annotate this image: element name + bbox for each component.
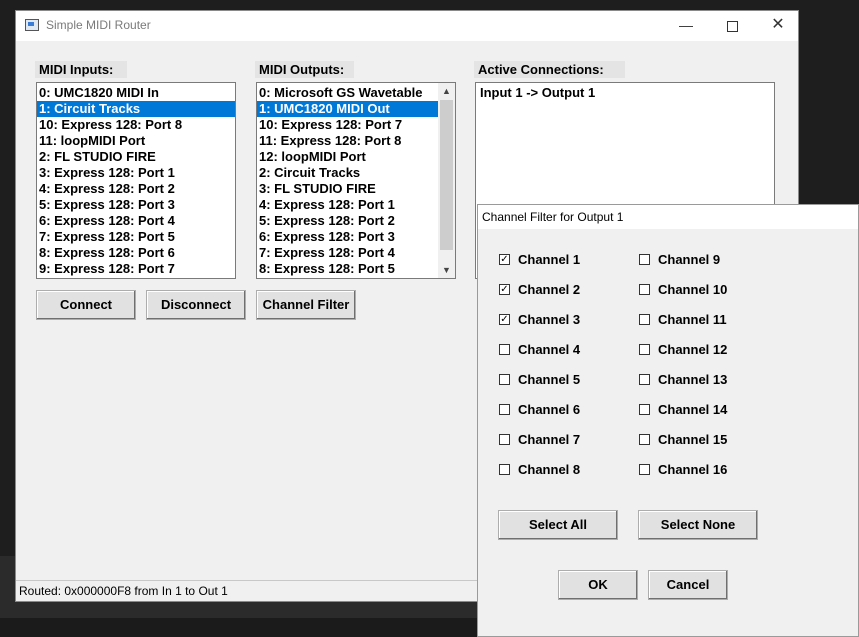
- checkbox-box[interactable]: [499, 344, 510, 355]
- checkbox-box[interactable]: [639, 464, 650, 475]
- channel-filter-dialog: Channel Filter for Output 1 ✓ Channel 1 ✓ C…: [477, 204, 859, 637]
- checkbox-box[interactable]: [499, 434, 510, 445]
- checkbox-box[interactable]: [639, 404, 650, 415]
- midi-inputs-label: MIDI Inputs:: [35, 61, 127, 78]
- connect-button[interactable]: Connect: [36, 290, 136, 320]
- channel-label: Channel 4: [518, 342, 581, 357]
- channel-filter-button[interactable]: Channel Filter: [256, 290, 356, 320]
- list-item[interactable]: 2: Circuit Tracks: [257, 165, 455, 181]
- checkbox-box[interactable]: [639, 254, 650, 265]
- list-item[interactable]: 4: Express 128: Port 1: [257, 197, 455, 213]
- ok-button[interactable]: OK: [558, 570, 638, 600]
- chevron-up-icon[interactable]: ▲: [438, 83, 455, 99]
- checkbox-box[interactable]: [639, 284, 650, 295]
- close-button[interactable]: ✕: [755, 11, 801, 41]
- midi-inputs-listbox[interactable]: 0: UMC1820 MIDI In 1: Circuit Tracks 10: E…: [36, 82, 236, 279]
- window-title: Simple MIDI Router: [46, 18, 151, 32]
- checkbox-box[interactable]: [639, 314, 650, 325]
- list-item[interactable]: 7: Express 128: Port 5: [37, 229, 235, 245]
- channel-label: Channel 1: [518, 252, 581, 267]
- channel-label: Channel 16: [658, 462, 728, 477]
- checkbox-box[interactable]: [499, 404, 510, 415]
- list-item[interactable]: 1: Circuit Tracks: [37, 101, 235, 117]
- channel-label: Channel 10: [658, 282, 728, 297]
- list-item[interactable]: 5: Express 128: Port 2: [257, 213, 455, 229]
- channel-label: Channel 6: [518, 402, 581, 417]
- dialog-title[interactable]: Channel Filter for Output 1: [478, 205, 858, 229]
- list-item[interactable]: 5: Express 128: Port 3: [37, 197, 235, 213]
- list-item[interactable]: 7: Express 128: Port 4: [257, 245, 455, 261]
- midi-outputs-label: MIDI Outputs:: [255, 61, 354, 78]
- list-item[interactable]: 10: Express 128: Port 8: [37, 117, 235, 133]
- channel-label: Channel 15: [658, 432, 728, 447]
- list-item[interactable]: 8: Express 128: Port 6: [37, 245, 235, 261]
- list-item[interactable]: 0: UMC1820 MIDI In: [37, 85, 235, 101]
- checkmark-icon[interactable]: ✓: [499, 254, 510, 265]
- list-item[interactable]: 6: Express 128: Port 3: [257, 229, 455, 245]
- list-item[interactable]: 11: Express 128: Port 8: [257, 133, 455, 149]
- channel-label: Channel 9: [658, 252, 721, 267]
- checkbox-box[interactable]: [499, 374, 510, 385]
- list-item[interactable]: 2: FL STUDIO FIRE: [37, 149, 235, 165]
- midi-outputs-listbox[interactable]: 0: Microsoft GS Wavetable 1: UMC1820 MIDI…: [256, 82, 456, 279]
- channel-label: Channel 14: [658, 402, 728, 417]
- list-item[interactable]: 3: FL STUDIO FIRE: [257, 181, 455, 197]
- list-item[interactable]: 3: Express 128: Port 1: [37, 165, 235, 181]
- channel-label: Channel 3: [518, 312, 581, 327]
- checkbox-box[interactable]: [639, 344, 650, 355]
- checkmark-icon[interactable]: ✓: [499, 284, 510, 295]
- scrollbar-thumb[interactable]: [440, 100, 453, 250]
- list-item[interactable]: 4: Express 128: Port 2: [37, 181, 235, 197]
- list-item[interactable]: 10: Express 128: Port 7: [257, 117, 455, 133]
- chevron-down-icon[interactable]: ▼: [438, 262, 455, 278]
- cancel-button[interactable]: Cancel: [648, 570, 728, 600]
- list-item[interactable]: 0: Microsoft GS Wavetable: [257, 85, 455, 101]
- maximize-icon: [726, 20, 738, 32]
- list-item[interactable]: Input 1 -> Output 1: [478, 85, 774, 101]
- disconnect-button[interactable]: Disconnect: [146, 290, 246, 320]
- list-item[interactable]: 12: loopMIDI Port: [257, 149, 455, 165]
- channel-label: Channel 8: [518, 462, 581, 477]
- outputs-scrollbar[interactable]: ▲ ▼: [438, 83, 455, 278]
- title-bar[interactable]: Simple MIDI Router — ✕: [16, 11, 798, 41]
- select-none-button[interactable]: Select None: [638, 510, 758, 540]
- channel-label: Channel 11: [658, 312, 727, 327]
- checkbox-box[interactable]: [499, 464, 510, 475]
- list-item[interactable]: 6: Express 128: Port 4: [37, 213, 235, 229]
- maximize-button[interactable]: [709, 11, 755, 41]
- list-item[interactable]: 9: Express 128: Port 7: [37, 261, 235, 277]
- list-item[interactable]: 8: Express 128: Port 5: [257, 261, 455, 277]
- channel-label: Channel 7: [518, 432, 581, 447]
- active-connections-label: Active Connections:: [474, 61, 625, 78]
- checkbox-box[interactable]: [639, 374, 650, 385]
- list-item[interactable]: 1: UMC1820 MIDI Out: [257, 101, 455, 117]
- list-item[interactable]: 11: loopMIDI Port: [37, 133, 235, 149]
- checkmark-icon[interactable]: ✓: [499, 314, 510, 325]
- checkbox-box[interactable]: [639, 434, 650, 445]
- minimize-button[interactable]: —: [663, 11, 709, 41]
- channel-label: Channel 12: [658, 342, 728, 357]
- channel-label: Channel 2: [518, 282, 581, 297]
- select-all-button[interactable]: Select All: [498, 510, 618, 540]
- channel-label: Channel 5: [518, 372, 581, 387]
- app-window-icon: [25, 19, 39, 31]
- channel-label: Channel 13: [658, 372, 728, 387]
